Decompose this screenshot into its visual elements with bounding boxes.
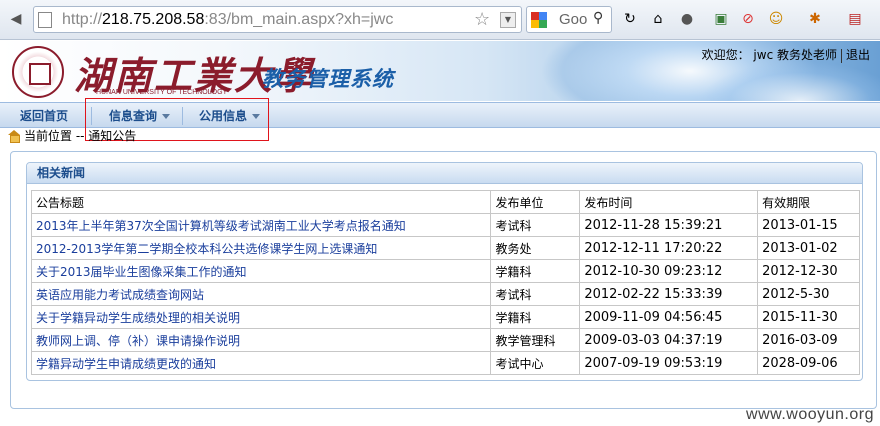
search-icon[interactable]: ⚲ <box>593 10 603 26</box>
university-seal-icon <box>12 46 64 98</box>
table-header-row: 公告标题 发布单位 发布时间 有效期限 <box>30 190 860 214</box>
bookmark-star-icon[interactable]: ☆ <box>474 9 490 30</box>
welcome-area: 欢迎您： jwc 教务处老师 退出 <box>702 46 870 63</box>
column-header-expiry: 有效期限 <box>757 190 860 214</box>
header-banner: 湖南工業大學 HUNAN UNIVERSITY OF TECHNOLOGY 教务… <box>0 41 880 101</box>
smiley-icon[interactable]: ☺ <box>766 9 786 29</box>
menu-home[interactable]: 返回首页 <box>20 103 68 129</box>
table-row: 关于2013届毕业生图像采集工作的通知 学籍科 2012-10-30 09:23… <box>30 259 860 283</box>
news-unit: 学籍科 <box>490 259 581 283</box>
news-expiry: 2015-11-30 <box>757 305 860 329</box>
news-expiry: 2012-12-30 <box>757 259 860 283</box>
home-icon <box>8 130 20 143</box>
news-unit: 教学管理科 <box>490 328 581 352</box>
google-icon <box>531 12 547 28</box>
reload-icon[interactable]: ↻ <box>620 9 640 29</box>
breadcrumb: 当前位置 -- 通知公告 <box>8 128 136 145</box>
column-header-unit: 发布单位 <box>490 190 581 214</box>
news-title-link[interactable]: 关于学籍异动学生成绩处理的相关说明 <box>30 305 492 329</box>
table-row: 关于学籍异动学生成绩处理的相关说明 学籍科 2009-11-09 04:56:4… <box>30 305 860 329</box>
logout-link[interactable]: 退出 <box>846 48 870 62</box>
news-unit: 考试中心 <box>490 351 581 375</box>
news-unit: 考试科 <box>490 213 581 237</box>
column-header-title: 公告标题 <box>30 190 492 214</box>
news-time: 2012-02-22 15:33:39 <box>579 282 759 306</box>
table-row: 教师网上调、停（补）课申请操作说明 教学管理科 2009-03-03 04:37… <box>30 328 860 352</box>
table-row: 英语应用能力考试成绩查询网站 考试科 2012-02-22 15:33:39 2… <box>30 282 860 306</box>
block-icon[interactable]: ⊘ <box>738 9 758 29</box>
tools-icon[interactable]: ✱ <box>805 9 825 29</box>
news-title-link[interactable]: 2013年上半年第37次全国计算机等级考试湖南工业大学考点报名通知 <box>30 213 492 237</box>
news-time: 2007-09-19 09:53:19 <box>579 351 759 375</box>
news-panel: 相关新闻 公告标题 发布单位 发布时间 有效期限 2013年上半年第37次全国计… <box>26 162 863 381</box>
news-time: 2012-12-11 17:20:22 <box>579 236 759 260</box>
news-title-link[interactable]: 学籍异动学生申请成绩更改的通知 <box>30 351 492 375</box>
news-time: 2009-11-09 04:56:45 <box>579 305 759 329</box>
system-title: 教务管理系统 <box>262 67 394 91</box>
search-box[interactable]: Goo ⚲ <box>526 6 612 33</box>
page-icon <box>38 12 52 28</box>
browser-toolbar: ◀ http://218.75.208.58:83/bm_main.aspx?x… <box>0 0 880 40</box>
back-icon[interactable]: ◀ <box>6 9 26 29</box>
news-title-link[interactable]: 2012-2013学年第二学期全校本科公共选修课学生网上选课通知 <box>30 236 492 260</box>
menu-icon[interactable]: ▤ <box>845 9 865 29</box>
url-dropdown-icon[interactable]: ▼ <box>500 12 516 28</box>
news-title-link[interactable]: 英语应用能力考试成绩查询网站 <box>30 282 492 306</box>
news-expiry: 2013-01-15 <box>757 213 860 237</box>
home-icon[interactable]: ⌂ <box>648 9 668 29</box>
news-unit: 考试科 <box>490 282 581 306</box>
table-row: 学籍异动学生申请成绩更改的通知 考试中心 2007-09-19 09:53:19… <box>30 351 860 375</box>
search-input[interactable]: Goo <box>559 11 587 28</box>
news-unit: 教务处 <box>490 236 581 260</box>
news-time: 2009-03-03 04:37:19 <box>579 328 759 352</box>
watermark: www.wooyun.org <box>746 406 874 423</box>
image-icon[interactable]: ▣ <box>711 9 731 29</box>
news-expiry: 2028-09-06 <box>757 351 860 375</box>
divider <box>840 48 842 63</box>
extension-icon[interactable]: ● <box>677 9 697 29</box>
address-bar[interactable]: http://218.75.208.58:83/bm_main.aspx?xh=… <box>33 6 522 33</box>
news-expiry: 2016-03-09 <box>757 328 860 352</box>
url-text[interactable]: http://218.75.208.58:83/bm_main.aspx?xh=… <box>62 11 393 29</box>
news-title-link[interactable]: 教师网上调、停（补）课申请操作说明 <box>30 328 492 352</box>
news-expiry: 2012-5-30 <box>757 282 860 306</box>
table-row: 2012-2013学年第二学期全校本科公共选修课学生网上选课通知 教务处 201… <box>30 236 860 260</box>
news-title-link[interactable]: 关于2013届毕业生图像采集工作的通知 <box>30 259 492 283</box>
news-table: 公告标题 发布单位 发布时间 有效期限 2013年上半年第37次全国计算机等级考… <box>30 190 860 375</box>
news-expiry: 2013-01-02 <box>757 236 860 260</box>
news-time: 2012-11-28 15:39:21 <box>579 213 759 237</box>
news-unit: 学籍科 <box>490 305 581 329</box>
column-header-time: 发布时间 <box>579 190 759 214</box>
news-panel-title: 相关新闻 <box>27 163 862 184</box>
news-time: 2012-10-30 09:23:12 <box>579 259 759 283</box>
table-row: 2013年上半年第37次全国计算机等级考试湖南工业大学考点报名通知 考试科 20… <box>30 213 860 237</box>
university-english-name: HUNAN UNIVERSITY OF TECHNOLOGY <box>96 89 228 96</box>
user-name: jwc 教务处老师 <box>753 48 837 62</box>
welcome-label: 欢迎您： <box>701 48 750 62</box>
